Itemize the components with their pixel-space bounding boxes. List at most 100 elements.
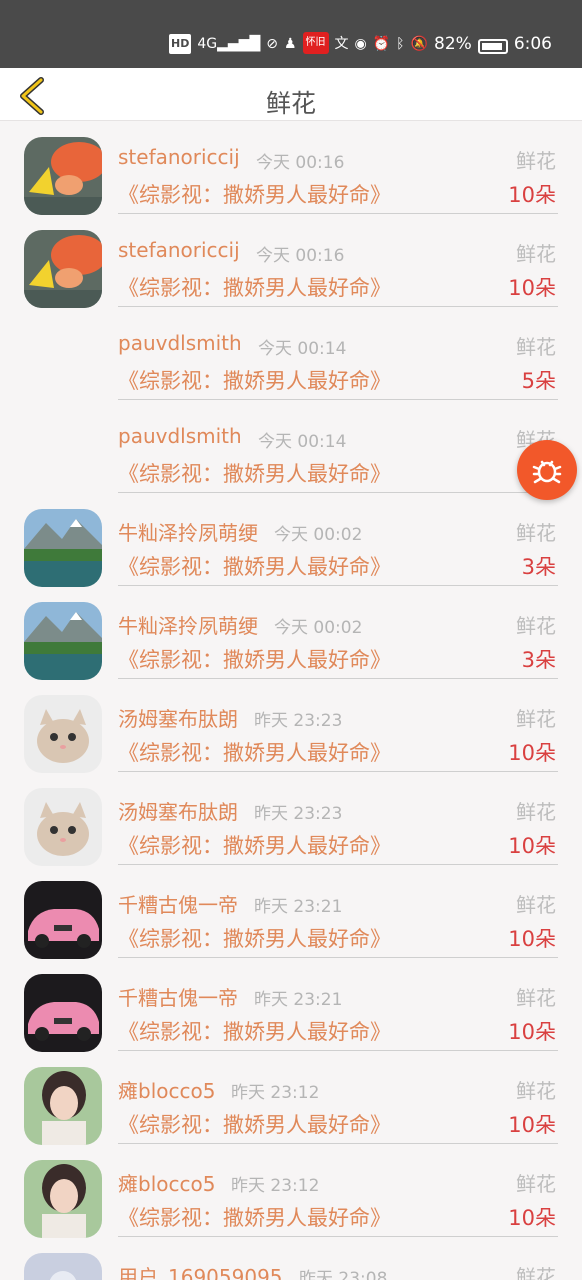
gift-count: 10朵 xyxy=(508,834,556,858)
timestamp: 今天 00:16 xyxy=(256,246,345,266)
gift-type: 鲜花 xyxy=(516,707,556,731)
username[interactable]: 千糟古傀一帝 xyxy=(118,889,238,918)
signal-icon: 4G▂▄▆█ xyxy=(197,36,261,52)
timestamp: 昨天 23:21 xyxy=(254,897,343,917)
bug-icon xyxy=(532,460,562,484)
list-item[interactable]: 用户_169059095 昨天 23:08 鲜花 xyxy=(0,1237,582,1280)
gift-type: 鲜花 xyxy=(516,986,556,1010)
list-item[interactable]: stefanoriccij 今天 00:16 鲜花 《综影视：撒娇男人最好命》 10朵 xyxy=(0,121,582,215)
gift-count: 10朵 xyxy=(508,183,556,207)
list-item[interactable]: 汤姆塞布肽朗 昨天 23:23 鲜花 《综影视：撒娇男人最好命》 10朵 xyxy=(0,772,582,866)
book-title[interactable]: 《综影视：撒娇男人最好命》 xyxy=(118,272,391,302)
username[interactable]: pauvdlsmith xyxy=(118,331,242,355)
timestamp: 今天 00:16 xyxy=(256,153,345,173)
avatar[interactable] xyxy=(24,137,102,215)
username[interactable]: 汤姆塞布肽朗 xyxy=(118,703,238,732)
list-item[interactable]: 瘫blocco5 昨天 23:12 鲜花《综影视：撒娇男人最好命》 10朵 xyxy=(0,1144,582,1238)
gift-count: 10朵 xyxy=(508,1206,556,1230)
avatar[interactable] xyxy=(24,509,102,587)
book-title[interactable]: 《综影视：撒娇男人最好命》 xyxy=(118,923,391,953)
timestamp: 今天 00:02 xyxy=(274,525,363,545)
book-title[interactable]: 《综影视：撒娇男人最好命》 xyxy=(118,1202,391,1232)
book-title[interactable]: 《综影视：撒娇男人最好命》 xyxy=(118,1016,391,1046)
username[interactable]: 瘫blocco5 xyxy=(118,1168,215,1197)
translate-icon: 文 xyxy=(334,36,349,52)
battery-icon xyxy=(477,39,508,54)
page-title: 鲜花 xyxy=(265,89,316,118)
gift-count: 10朵 xyxy=(508,1113,556,1137)
mute-icon: 🔕 xyxy=(410,36,429,52)
timestamp: 昨天 23:12 xyxy=(231,1083,320,1103)
gift-count: 10朵 xyxy=(508,927,556,951)
book-title[interactable]: 《综影视：撒娇男人最好命》 xyxy=(118,1109,391,1139)
avatar[interactable] xyxy=(24,695,102,773)
app-badge-icon: 怀旧 xyxy=(302,32,329,54)
list-item[interactable]: pauvdlsmith 今天 00:14 鲜花《综影视：撒娇男人最好命》 5朵 xyxy=(0,307,582,400)
gift-type: 鲜花 xyxy=(516,1079,556,1103)
gift-type: 鲜花 xyxy=(516,893,556,917)
avatar[interactable] xyxy=(24,230,102,308)
hd-icon: HD xyxy=(169,34,192,54)
book-title[interactable]: 《综影视：撒娇男人最好命》 xyxy=(118,365,391,395)
timestamp: 昨天 23:23 xyxy=(254,711,343,731)
qq-icon: ♟ xyxy=(283,36,297,52)
header: 鲜花 xyxy=(0,68,582,121)
gift-type: 鲜花 xyxy=(516,521,556,545)
username[interactable]: 用户_169059095 xyxy=(118,1261,283,1280)
gift-count: 10朵 xyxy=(508,741,556,765)
gift-type: 鲜花 xyxy=(516,800,556,824)
avatar[interactable] xyxy=(24,881,102,959)
username[interactable]: 汤姆塞布肽朗 xyxy=(118,796,238,825)
username[interactable]: 瘫blocco5 xyxy=(118,1075,215,1104)
avatar[interactable] xyxy=(24,1160,102,1238)
avatar[interactable] xyxy=(24,974,102,1052)
gift-count: 3朵 xyxy=(521,648,556,672)
username[interactable]: stefanoriccij xyxy=(118,145,240,169)
list-item[interactable]: 牛籼泽拎夙萌绠 今天 00:02 鲜花《综影视：撒娇男人最好命》 3朵 xyxy=(0,586,582,680)
book-title[interactable]: 《综影视：撒娇男人最好命》 xyxy=(118,737,391,767)
username[interactable]: 牛籼泽拎夙萌绠 xyxy=(118,517,258,546)
username[interactable]: 千糟古傀一帝 xyxy=(118,982,238,1011)
list-item[interactable]: 千糟古傀一帝 昨天 23:21 鲜花《综影视：撒娇男人最好命》 10朵 xyxy=(0,865,582,959)
battery-percent: 82% xyxy=(434,34,472,54)
book-title[interactable]: 《综影视：撒娇男人最好命》 xyxy=(118,644,391,674)
list-item[interactable]: 汤姆塞布肽朗 昨天 23:23 鲜花《综影视：撒娇男人最好命》 10朵 xyxy=(0,679,582,773)
book-title[interactable]: 《综影视：撒娇男人最好命》 xyxy=(118,179,391,209)
gift-type: 鲜花 xyxy=(516,335,556,359)
list-item[interactable]: pauvdlsmith 今天 00:14 鲜花 《综影视：撒娇男人最好命》 xyxy=(0,400,582,493)
timestamp: 昨天 23:12 xyxy=(231,1176,320,1196)
eye-icon: ◉ xyxy=(354,36,367,52)
gift-type: 鲜花 xyxy=(516,242,556,266)
list-item[interactable]: 千糟古傀一帝 昨天 23:21 鲜花《综影视：撒娇男人最好命》 10朵 xyxy=(0,958,582,1052)
gift-count: 5朵 xyxy=(521,369,556,393)
timestamp: 昨天 23:08 xyxy=(299,1269,388,1280)
avatar[interactable] xyxy=(24,602,102,680)
gift-count: 10朵 xyxy=(508,276,556,300)
timestamp: 今天 00:14 xyxy=(258,339,347,359)
avatar[interactable] xyxy=(24,1067,102,1145)
username[interactable]: pauvdlsmith xyxy=(118,424,242,448)
username[interactable]: stefanoriccij xyxy=(118,238,240,262)
gift-count: 3朵 xyxy=(521,555,556,579)
gift-type: 鲜花 xyxy=(516,1265,556,1280)
book-title[interactable]: 《综影视：撒娇男人最好命》 xyxy=(118,458,391,488)
timestamp: 今天 00:14 xyxy=(258,432,347,452)
clock: 6:06 xyxy=(513,34,552,54)
avatar[interactable] xyxy=(24,1253,102,1280)
list-item[interactable]: stefanoriccij 今天 00:16 鲜花《综影视：撒娇男人最好命》 10朵 xyxy=(0,214,582,308)
gift-type: 鲜花 xyxy=(516,614,556,638)
avatar[interactable] xyxy=(24,788,102,866)
timestamp: 今天 00:02 xyxy=(274,618,363,638)
gift-type: 鲜花 xyxy=(516,1172,556,1196)
timestamp: 昨天 23:21 xyxy=(254,990,343,1010)
alarm-icon: ⏰ xyxy=(372,36,391,52)
flower-list[interactable]: stefanoriccij 今天 00:16 鲜花 《综影视：撒娇男人最好命》 10朵 s… xyxy=(0,121,582,1280)
book-title[interactable]: 《综影视：撒娇男人最好命》 xyxy=(118,551,391,581)
list-item[interactable]: 瘫blocco5 昨天 23:12 鲜花《综影视：撒娇男人最好命》 10朵 xyxy=(0,1051,582,1145)
gift-count: 10朵 xyxy=(508,1020,556,1044)
bluetooth-icon: ᛒ xyxy=(396,36,405,52)
username[interactable]: 牛籼泽拎夙萌绠 xyxy=(118,610,258,639)
floating-bug-button[interactable] xyxy=(517,440,577,500)
book-title[interactable]: 《综影视：撒娇男人最好命》 xyxy=(118,830,391,860)
list-item[interactable]: 牛籼泽拎夙萌绠 今天 00:02 鲜花《综影视：撒娇男人最好命》 3朵 xyxy=(0,493,582,587)
